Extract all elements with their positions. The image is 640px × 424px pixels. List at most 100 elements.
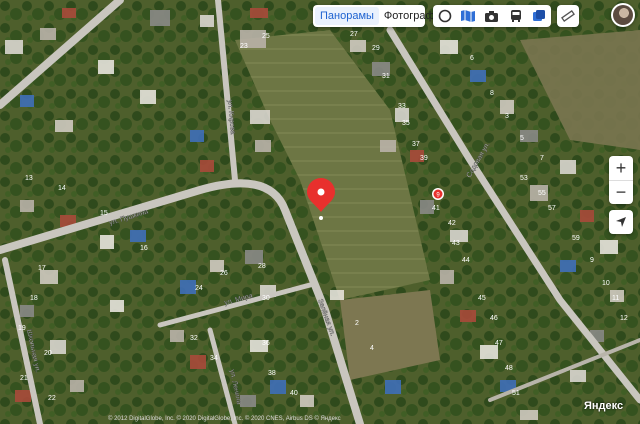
building [5,40,23,54]
house-number: 19 [18,325,26,332]
house-number: 5 [520,135,524,142]
building [200,15,214,27]
house-number: 21 [20,375,28,382]
bus-icon[interactable] [507,7,525,25]
building [255,140,271,152]
house-number: 51 [512,390,520,397]
house-number: 10 [602,280,610,287]
house-number: 44 [462,257,470,264]
geolocation-button[interactable] [609,210,633,234]
building [580,210,594,222]
building [330,290,344,300]
building [70,380,84,392]
house-number: 12 [620,315,628,322]
traffic-icon[interactable] [530,7,548,25]
house-number: 20 [44,350,52,357]
building [98,60,114,74]
navigation-arrow-icon [616,217,626,227]
house-number: 22 [48,395,56,402]
user-avatar[interactable] [611,3,635,27]
building [170,330,184,342]
building [470,70,486,82]
zoom-control: + − [609,156,633,204]
building [480,345,498,359]
house-number: 17 [38,265,46,272]
house-number: 11 [612,295,619,302]
copyright-text: © 2012 DigitalGlobe, Inc. © 2020 Digital… [108,416,341,422]
layers-icon[interactable] [436,7,454,25]
house-number: 42 [448,220,456,227]
pin-anchor-icon [319,216,323,220]
house-number: 18 [30,295,38,302]
house-number: 28 [258,263,266,270]
yandex-logo: Яндекс [584,400,624,412]
building [440,270,454,284]
poi-marker[interactable]: 9 [432,188,444,200]
building [520,410,538,420]
house-number: 14 [58,185,66,192]
building [300,395,314,407]
house-number: 24 [195,285,203,292]
transit-map-icon[interactable] [459,7,477,25]
house-number: 46 [490,315,498,322]
building [270,380,286,394]
house-number: 13 [25,175,33,182]
house-number: 39 [420,155,428,162]
building [385,380,401,394]
house-number: 55 [538,190,546,197]
house-number: 41 [432,205,440,212]
building [570,370,586,382]
house-number: 31 [382,73,390,80]
house-number: 7 [540,155,544,162]
house-number: 34 [210,355,218,362]
building [460,310,476,322]
house-number: 40 [290,390,298,397]
building [55,120,73,132]
building [380,140,396,152]
building [15,390,31,402]
house-number: 23 [240,43,248,50]
ruler-icon [561,10,575,22]
house-number: 43 [452,240,460,247]
house-number: 36 [262,340,270,347]
house-number: 45 [478,295,486,302]
house-number: 37 [412,141,420,148]
building [500,100,514,114]
building [20,305,34,317]
zoom-in-button[interactable]: + [609,156,633,180]
tab-group: Панорамы Фотографии [313,5,447,27]
camera-icon[interactable] [483,7,501,25]
house-number: 9 [590,257,594,264]
building [40,270,58,284]
house-number: 26 [220,270,228,277]
satellite-map[interactable]: ул. Кирова ул. Пушкина Зелёная ул. Садов… [0,0,640,424]
zoom-out-button[interactable]: − [609,179,633,205]
building [560,260,576,272]
building [440,40,458,54]
house-number: 38 [268,370,276,377]
avatar-image [613,5,633,25]
building [190,130,204,142]
building [180,280,196,294]
building [250,110,270,124]
building [245,250,263,264]
building [50,340,66,354]
house-number: 25 [262,33,270,40]
house-number: 53 [520,175,528,182]
house-number: 15 [100,210,108,217]
house-number: 27 [350,31,358,38]
building [200,160,214,172]
building [62,8,76,18]
house-number: 32 [190,335,198,342]
building [20,200,34,212]
ruler-button[interactable] [557,5,579,27]
building [110,300,124,312]
house-number: 4 [370,345,374,352]
tab-panoramas[interactable]: Панорамы [315,7,379,25]
building [40,28,56,40]
map-toolbar [433,5,551,27]
building [190,355,206,369]
house-number: 47 [495,340,503,347]
building [350,40,366,52]
building [20,95,34,107]
